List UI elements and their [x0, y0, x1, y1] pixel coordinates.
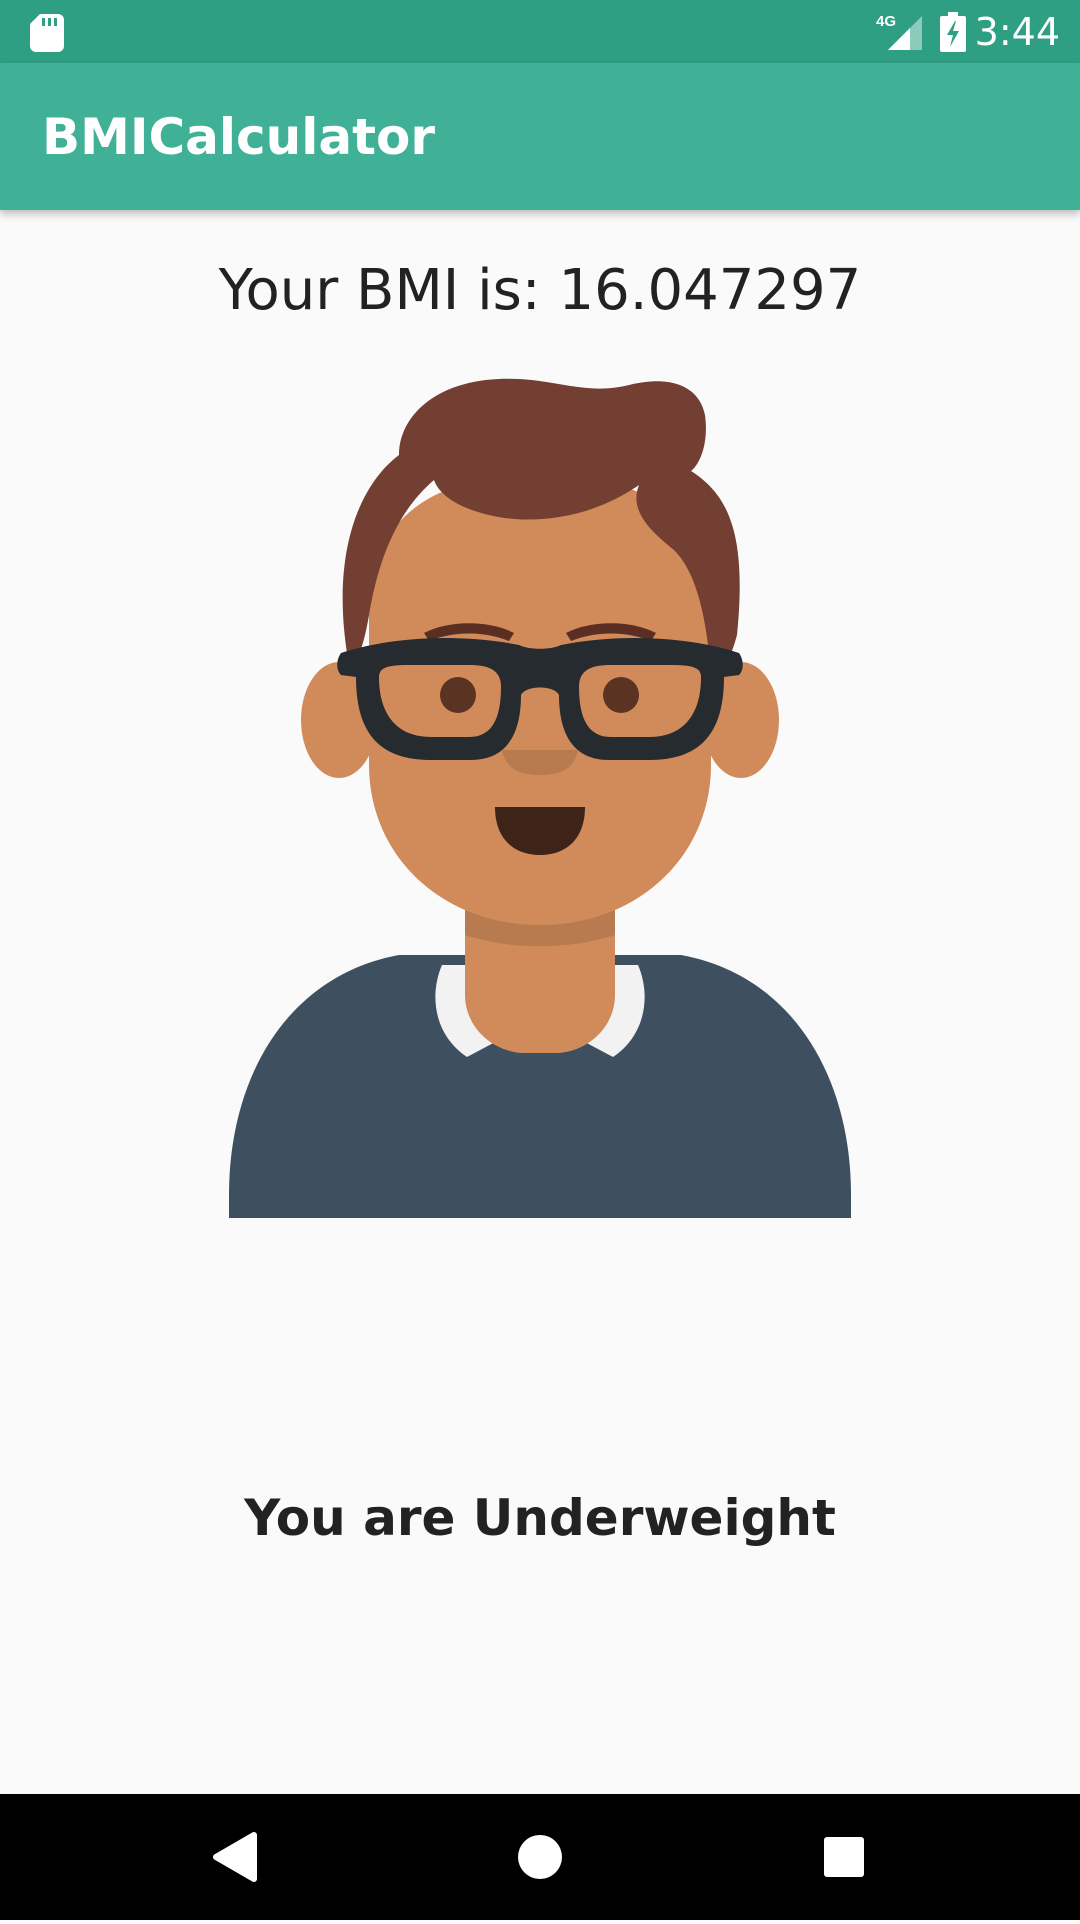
home-icon [518, 1835, 562, 1879]
man-avatar-glasses-icon [229, 378, 851, 1218]
app-title: BMICalculator [42, 108, 436, 166]
back-button[interactable] [166, 1794, 306, 1920]
app-bar: BMICalculator [0, 63, 1080, 210]
signal-icon: 4G [876, 13, 922, 50]
recents-button[interactable] [774, 1794, 914, 1920]
back-icon [213, 1832, 257, 1882]
navigation-bar [0, 1794, 1080, 1920]
bmi-category-text: You are Underweight [244, 1489, 836, 1547]
status-clock: 3:44 [974, 10, 1060, 54]
recents-icon [824, 1837, 864, 1877]
battery-charging-icon [940, 12, 966, 52]
network-type-label: 4G [876, 13, 896, 30]
sd-card-icon [30, 14, 64, 52]
status-bar: 4G 3:44 [0, 0, 1080, 63]
home-button[interactable] [470, 1794, 610, 1920]
bmi-value-text: Your BMI is: 16.047297 [218, 258, 862, 323]
